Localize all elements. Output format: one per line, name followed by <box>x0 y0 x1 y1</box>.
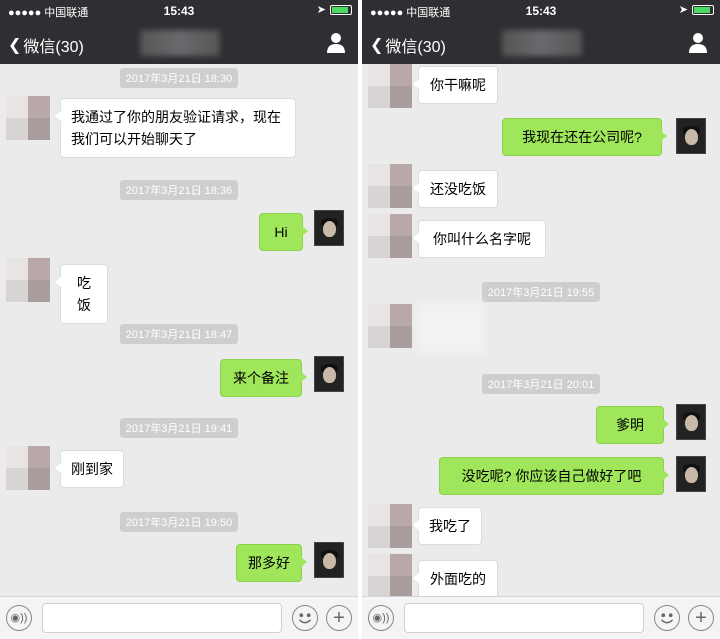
contact-avatar[interactable] <box>368 64 412 108</box>
plus-icon[interactable]: + <box>326 605 352 631</box>
user-profile-icon[interactable] <box>688 32 708 54</box>
message-bubble-in[interactable]: 外面吃的 <box>413 560 498 598</box>
message-bubble-in[interactable]: 还没吃饭 <box>413 170 498 208</box>
message-bubble-in[interactable]: 你叫什么名字呢 <box>413 220 546 258</box>
input-bar: ◉)) + <box>0 596 358 639</box>
contact-avatar[interactable] <box>6 446 50 490</box>
contact-name-blurred <box>502 30 582 56</box>
contact-avatar[interactable] <box>6 258 50 302</box>
contact-avatar[interactable] <box>368 164 412 208</box>
message-list[interactable]: 2017年3月21日 18:30 我通过了你的朋友验证请求，现在我们可以开始聊天… <box>0 64 358 597</box>
status-icons: ➤ <box>317 3 352 16</box>
my-avatar[interactable] <box>314 210 344 246</box>
timestamp: 2017年3月21日 20:01 <box>362 374 720 394</box>
location-icon: ➤ <box>678 4 688 16</box>
voice-icon[interactable]: ◉)) <box>6 605 32 631</box>
message-bubble-out[interactable]: 那多好 <box>236 544 307 582</box>
message-bubble-in[interactable]: 我吃了 <box>413 507 482 545</box>
message-bubble-out[interactable]: 没吃呢? 你应该自己做好了吧 <box>439 457 669 495</box>
image-message-blurred[interactable] <box>418 302 484 354</box>
chat-screen-left: ●●●●● 中国联通 15:43 ➤ ❮ 微信(30) 2017年3月21日 1… <box>0 0 358 639</box>
chat-screen-right: ●●●●● 中国联通 15:43 ➤ ❮ 微信(30) 你干嘛呢 我现在还在公司… <box>362 0 720 639</box>
contact-avatar[interactable] <box>6 96 50 140</box>
my-avatar[interactable] <box>314 356 344 392</box>
nav-bar: ❮ 微信(30) <box>0 22 358 64</box>
nav-bar: ❮ 微信(30) <box>362 22 720 64</box>
my-avatar[interactable] <box>314 542 344 578</box>
message-input[interactable] <box>404 603 644 633</box>
message-bubble-out[interactable]: 爹明 <box>596 406 669 444</box>
status-icons: ➤ <box>679 3 714 16</box>
message-bubble-out[interactable]: 我现在还在公司呢? <box>502 118 667 156</box>
message-bubble-in[interactable]: 刚到家 <box>55 450 124 488</box>
back-button[interactable]: ❮ 微信(30) <box>8 33 84 57</box>
message-bubble-in[interactable]: 吃饭 <box>55 264 108 324</box>
back-chevron-icon: ❮ <box>8 37 22 54</box>
battery-icon <box>330 4 352 15</box>
plus-icon[interactable]: + <box>688 605 714 631</box>
message-bubble-out[interactable]: Hi <box>259 213 308 251</box>
location-icon: ➤ <box>316 4 326 16</box>
timestamp: 2017年3月21日 18:36 <box>0 180 358 200</box>
emoji-icon[interactable] <box>292 605 318 631</box>
input-bar: ◉)) + <box>362 596 720 639</box>
clock: 15:43 <box>525 4 557 18</box>
contact-name-blurred <box>140 30 220 56</box>
message-bubble-in[interactable]: 你干嘛呢 <box>413 66 498 104</box>
user-profile-icon[interactable] <box>326 32 346 54</box>
message-list[interactable]: 你干嘛呢 我现在还在公司呢? 还没吃饭 你叫什么名字呢 2017年3月21日 1… <box>362 64 720 598</box>
contact-avatar[interactable] <box>368 554 412 598</box>
contact-avatar[interactable] <box>368 504 412 548</box>
voice-icon[interactable]: ◉)) <box>368 605 394 631</box>
back-label: 微信(30) <box>385 39 446 56</box>
timestamp: 2017年3月21日 18:30 <box>0 68 358 88</box>
battery-icon <box>692 4 714 15</box>
status-bar: ●●●●● 中国联通 15:43 ➤ <box>0 0 358 22</box>
emoji-icon[interactable] <box>654 605 680 631</box>
timestamp: 2017年3月21日 18:47 <box>0 324 358 344</box>
my-avatar[interactable] <box>676 456 706 492</box>
back-chevron-icon: ❮ <box>370 37 384 54</box>
back-label: 微信(30) <box>23 39 84 56</box>
clock: 15:43 <box>163 4 195 18</box>
message-input[interactable] <box>42 603 282 633</box>
contact-avatar[interactable] <box>368 214 412 258</box>
status-bar: ●●●●● 中国联通 15:43 ➤ <box>362 0 720 22</box>
my-avatar[interactable] <box>676 118 706 154</box>
my-avatar[interactable] <box>676 404 706 440</box>
back-button[interactable]: ❮ 微信(30) <box>370 33 446 57</box>
message-bubble-out[interactable]: 来个备注 <box>220 359 307 397</box>
contact-avatar[interactable] <box>368 304 412 348</box>
timestamp: 2017年3月21日 19:41 <box>0 418 358 438</box>
timestamp: 2017年3月21日 19:55 <box>362 282 720 302</box>
message-bubble-in[interactable]: 我通过了你的朋友验证请求，现在我们可以开始聊天了 <box>55 98 296 158</box>
timestamp: 2017年3月21日 19:50 <box>0 512 358 532</box>
